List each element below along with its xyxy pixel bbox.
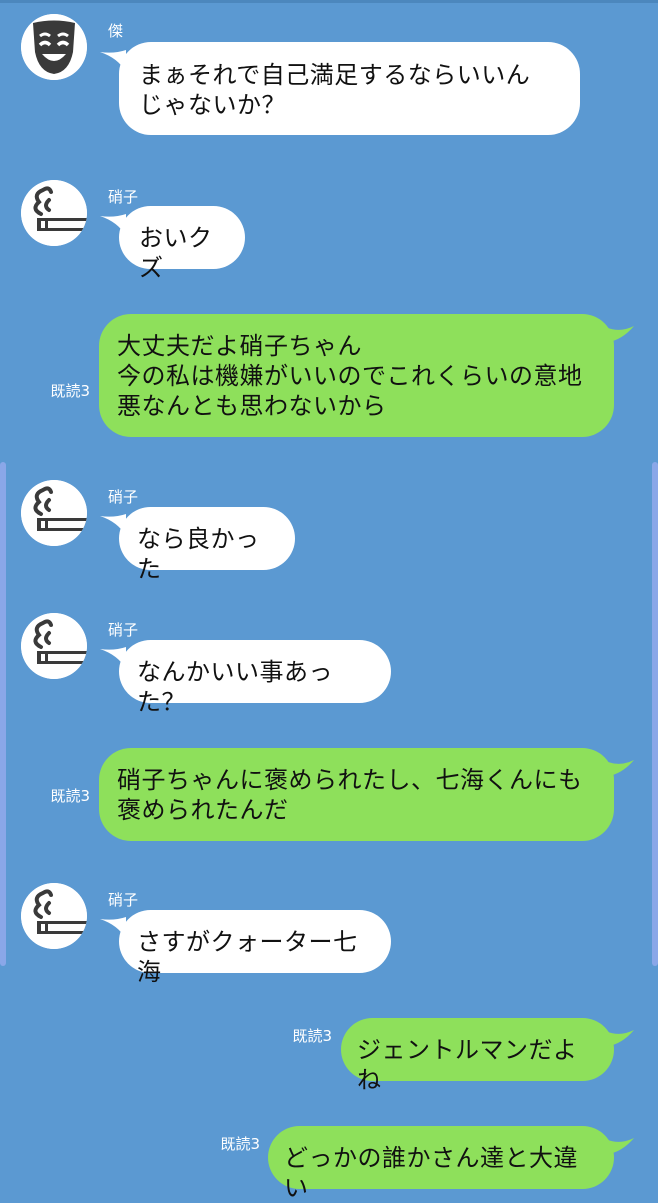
- message-bubble[interactable]: どっかの誰かさん達と大違い: [268, 1126, 614, 1202]
- top-divider: [0, 0, 658, 3]
- right-scroll-indicator: [652, 462, 658, 966]
- smiling-mask-icon: [21, 14, 87, 80]
- smoking-cigarette-icon: [21, 883, 87, 949]
- message-text: なんかいい事あった？: [137, 658, 333, 716]
- sender-name: 硝子: [108, 488, 139, 506]
- message-text: さすがクォーター七海: [137, 928, 358, 986]
- read-receipt: 既読3: [50, 382, 90, 400]
- chat-area[interactable]: 傑 まぁそれで自己満足するならいいん じゃないか？ 硝子 おいクズ 既読3 大丈…: [0, 0, 658, 1202]
- smoking-cigarette-icon: [21, 613, 87, 679]
- message-bubble[interactable]: さすがクォーター七海: [119, 910, 391, 986]
- left-scroll-indicator: [0, 462, 6, 966]
- bubble-tail: [594, 1132, 634, 1154]
- avatar-suguru[interactable]: [21, 14, 87, 80]
- sender-name: 硝子: [108, 891, 139, 909]
- message-bubble[interactable]: なら良かった: [119, 507, 295, 583]
- read-receipt: 既読3: [220, 1135, 260, 1153]
- sender-name: 硝子: [108, 188, 139, 206]
- bubble-tail: [594, 754, 634, 776]
- avatar-shoko[interactable]: [21, 180, 87, 246]
- message-bubble[interactable]: まぁそれで自己満足するならいいん じゃないか？: [119, 42, 580, 135]
- read-receipt: 既読3: [50, 787, 90, 805]
- message-text: なら良かった: [137, 525, 260, 583]
- message-text: 大丈夫だよ硝子ちゃん 今の私は機嫌がいいのでこれくらいの意地 悪なんとも思わない…: [117, 332, 583, 420]
- avatar-shoko[interactable]: [21, 613, 87, 679]
- message-text: おいクズ: [139, 224, 213, 282]
- bubble-tail: [594, 1024, 634, 1046]
- sender-name: 硝子: [108, 621, 139, 639]
- message-text: どっかの誰かさん達と大違い: [284, 1144, 578, 1202]
- avatar-shoko[interactable]: [21, 883, 87, 949]
- message-text: 硝子ちゃんに褒められたし、七海くんにも 褒められたんだ: [117, 766, 583, 824]
- bubble-tail: [594, 320, 634, 342]
- message-text: ジェントルマンだよね: [357, 1036, 578, 1094]
- message-bubble[interactable]: 硝子ちゃんに褒められたし、七海くんにも 褒められたんだ: [99, 748, 614, 841]
- sender-name: 傑: [108, 22, 124, 40]
- message-bubble[interactable]: おいクズ: [119, 206, 245, 282]
- smoking-cigarette-icon: [21, 480, 87, 546]
- message-bubble[interactable]: 大丈夫だよ硝子ちゃん 今の私は機嫌がいいのでこれくらいの意地 悪なんとも思わない…: [99, 314, 614, 437]
- message-bubble[interactable]: なんかいい事あった？: [119, 640, 391, 716]
- smoking-cigarette-icon: [21, 180, 87, 246]
- avatar-shoko[interactable]: [21, 480, 87, 546]
- read-receipt: 既読3: [292, 1027, 332, 1045]
- message-bubble[interactable]: ジェントルマンだよね: [341, 1018, 614, 1094]
- message-text: まぁそれで自己満足するならいいん じゃないか？: [139, 61, 531, 119]
